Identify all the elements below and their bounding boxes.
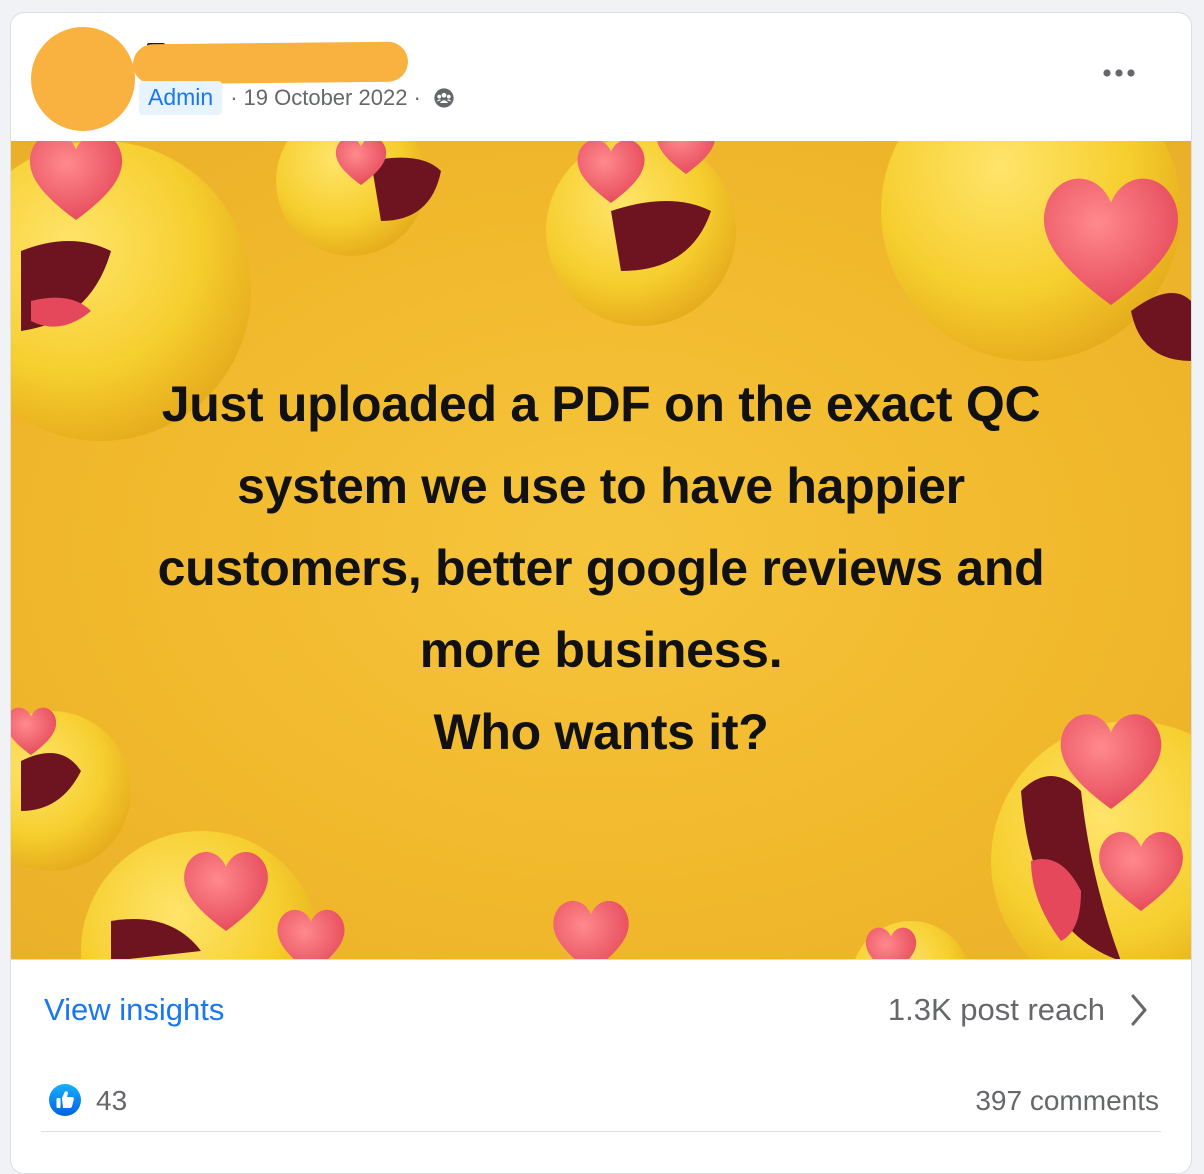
chevron-right-icon[interactable] [1125,990,1153,1030]
like-icon[interactable] [48,1083,82,1117]
like-count[interactable]: 43 [96,1085,127,1117]
post-meta: Admin · 19 October 2022 · [139,81,455,115]
post-card: Admin · 19 October 2022 · Just uploaded … [10,12,1192,1174]
caption-line: more business. [419,622,783,678]
admin-badge[interactable]: Admin [139,81,223,115]
more-options-button[interactable] [1099,61,1139,85]
view-insights-link[interactable]: View insights [44,992,224,1028]
author-name-redaction [132,41,409,85]
post-image-caption: Just uploaded a PDF on the exact QC syst… [51,363,1151,773]
author-avatar[interactable] [31,27,135,131]
caption-line: Who wants it? [433,704,769,760]
post-image[interactable]: Just uploaded a PDF on the exact QC syst… [11,141,1191,959]
more-options-icon [1103,69,1135,77]
caption-line: Just uploaded a PDF on the exact QC [161,376,1041,432]
divider [41,1131,1161,1132]
caption-line: system we use to have happier [237,458,965,514]
post-reach[interactable]: 1.3K post reach [888,992,1105,1028]
group-icon [434,88,454,108]
comments-count[interactable]: 397 comments [975,1085,1159,1117]
meta-separator: · [413,85,421,110]
post-date[interactable]: 19 October 2022 [244,85,408,111]
caption-line: customers, better google reviews and [157,540,1045,596]
insights-row: View insights 1.3K post reach [11,959,1191,1064]
meta-separator: · [230,85,238,110]
